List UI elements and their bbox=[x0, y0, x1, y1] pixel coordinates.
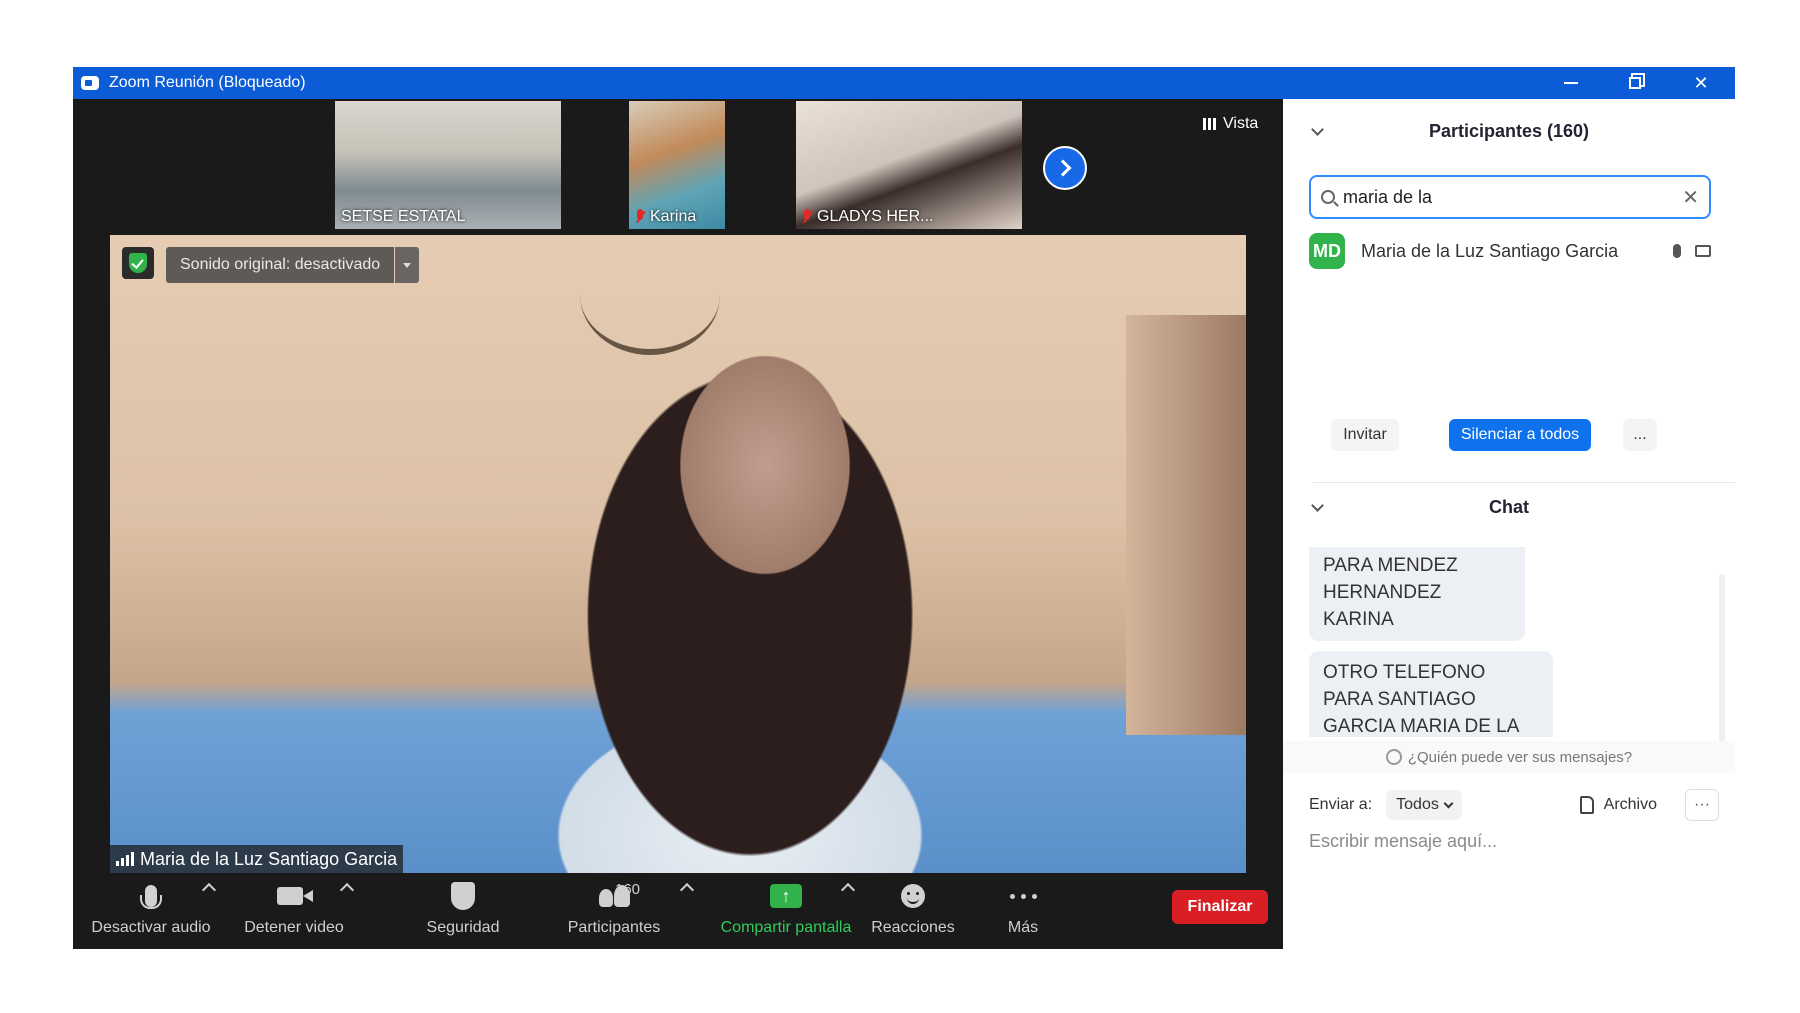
person-visibility-icon bbox=[1385, 749, 1402, 765]
minimize-icon bbox=[1564, 82, 1578, 84]
microphone-icon bbox=[140, 885, 162, 909]
view-button[interactable]: Vista bbox=[1203, 115, 1258, 133]
active-speaker-video: Sonido original: desactivado Maria de la… bbox=[110, 235, 1246, 873]
meeting-toolbar: Desactivar audio Detener video Seguridad… bbox=[73, 873, 1283, 949]
who-can-see-link[interactable]: ¿Quién puede ver sus mensajes? bbox=[1283, 741, 1735, 773]
caret-down-icon bbox=[403, 262, 412, 268]
clear-search-icon[interactable]: ✕ bbox=[1682, 185, 1699, 210]
security-button[interactable]: Seguridad bbox=[413, 879, 513, 937]
participants-count: 160 bbox=[615, 881, 641, 898]
zoom-app-icon bbox=[81, 76, 99, 90]
participants-options-caret[interactable] bbox=[679, 882, 695, 898]
thumbnail-video[interactable]: SETSE ESTATAL bbox=[335, 101, 561, 229]
video-camera-icon bbox=[277, 887, 313, 905]
participants-header: Participantes (160) bbox=[1283, 111, 1735, 151]
send-to-row: Enviar a: Todos Archivo ··· bbox=[1309, 789, 1719, 821]
chevron-down-icon bbox=[1443, 798, 1454, 808]
minimize-button[interactable] bbox=[1539, 67, 1603, 99]
end-meeting-button[interactable]: Finalizar bbox=[1172, 890, 1268, 924]
chat-message: OTRO TELEFONO PARA SANTIAGO GARCIA MARIA… bbox=[1309, 651, 1553, 737]
thumbnail-video[interactable]: Karina bbox=[629, 101, 725, 229]
zoom-window: Zoom Reunión (Bloqueado) ✕ SETSE ESTATAL… bbox=[73, 67, 1735, 949]
avatar: MD bbox=[1309, 233, 1345, 269]
share-screen-icon: ↑ bbox=[770, 884, 802, 908]
participant-name: Maria de la Luz Santiago Garcia bbox=[1361, 240, 1619, 261]
next-page-button[interactable] bbox=[1043, 146, 1087, 190]
restore-button[interactable] bbox=[1603, 67, 1667, 99]
participants-button[interactable]: 160 Participantes bbox=[553, 879, 675, 937]
mute-audio-button[interactable]: Desactivar audio bbox=[85, 879, 217, 937]
shield-check-icon bbox=[129, 253, 147, 273]
reactions-button[interactable]: Reacciones bbox=[863, 879, 963, 937]
more-dots-icon bbox=[1009, 893, 1037, 899]
file-button[interactable]: Archivo bbox=[1579, 796, 1657, 814]
title-bar: Zoom Reunión (Bloqueado) ✕ bbox=[73, 67, 1735, 99]
divider bbox=[1313, 482, 1735, 483]
participants-more-button[interactable]: ... bbox=[1623, 419, 1657, 451]
chat-message: OTRO TELEFONO PARA MENDEZ HERNANDEZ KARI… bbox=[1309, 547, 1525, 641]
speaker-name-tag: Maria de la Luz Santiago Garcia bbox=[110, 845, 404, 873]
collapse-chevron-icon[interactable] bbox=[1311, 499, 1324, 512]
thumbnail-name: GLADYS HER... bbox=[802, 208, 933, 226]
chat-scrollbar[interactable] bbox=[1718, 574, 1726, 764]
mute-all-button[interactable]: Silenciar a todos bbox=[1449, 419, 1591, 451]
send-to-label: Enviar a: bbox=[1309, 796, 1373, 813]
invite-button[interactable]: Invitar bbox=[1331, 419, 1399, 451]
thumbnail-name: SETSE ESTATAL bbox=[341, 208, 466, 225]
chat-more-button[interactable]: ··· bbox=[1685, 789, 1719, 821]
close-button[interactable]: ✕ bbox=[1669, 67, 1733, 99]
restore-icon bbox=[1629, 77, 1641, 89]
participant-search-input[interactable] bbox=[1343, 186, 1683, 208]
reaction-smiley-icon bbox=[901, 884, 925, 908]
video-background bbox=[1126, 315, 1246, 735]
participant-search[interactable]: ✕ bbox=[1309, 175, 1711, 219]
share-screen-button[interactable]: ↑ Compartir pantalla bbox=[711, 879, 861, 937]
collapse-chevron-icon[interactable] bbox=[1311, 123, 1324, 136]
original-sound-dropdown[interactable] bbox=[395, 247, 420, 283]
signal-strength-icon bbox=[116, 852, 134, 866]
encryption-badge[interactable] bbox=[122, 247, 154, 279]
thumbnail-name: Karina bbox=[635, 208, 696, 226]
video-camera-icon[interactable] bbox=[1695, 245, 1711, 257]
participant-row[interactable]: MD Maria de la Luz Santiago Garcia bbox=[1309, 233, 1711, 269]
stop-video-button[interactable]: Detener video bbox=[233, 879, 355, 937]
mic-muted-icon bbox=[802, 209, 812, 225]
mic-muted-icon bbox=[635, 209, 645, 225]
chat-messages[interactable]: OTRO TELEFONO PARA MENDEZ HERNANDEZ KARI… bbox=[1309, 547, 1709, 737]
send-to-dropdown[interactable]: Todos bbox=[1386, 790, 1462, 820]
search-icon bbox=[1321, 190, 1335, 204]
side-panel: Participantes (160) ✕ MD Maria de la Luz… bbox=[1283, 99, 1735, 949]
window-title: Zoom Reunión (Bloqueado) bbox=[109, 74, 306, 91]
more-button[interactable]: Más bbox=[983, 879, 1063, 937]
file-icon bbox=[1579, 796, 1594, 814]
original-sound-toggle[interactable]: Sonido original: desactivado bbox=[166, 247, 420, 283]
chevron-right-icon bbox=[1054, 159, 1071, 177]
chat-message-input[interactable]: Escribir mensaje aquí... bbox=[1309, 831, 1497, 852]
security-shield-icon bbox=[451, 882, 475, 910]
grid-view-icon bbox=[1203, 118, 1217, 130]
wall-decoration bbox=[580, 235, 720, 355]
microphone-icon[interactable] bbox=[1673, 244, 1681, 258]
participants-actions: Invitar Silenciar a todos ... bbox=[1283, 419, 1735, 455]
thumbnail-video[interactable]: GLADYS HER... bbox=[796, 101, 1022, 229]
chat-header: Chat bbox=[1283, 487, 1735, 527]
video-area: SETSE ESTATAL Karina GLADYS HER... Vista… bbox=[73, 99, 1283, 949]
